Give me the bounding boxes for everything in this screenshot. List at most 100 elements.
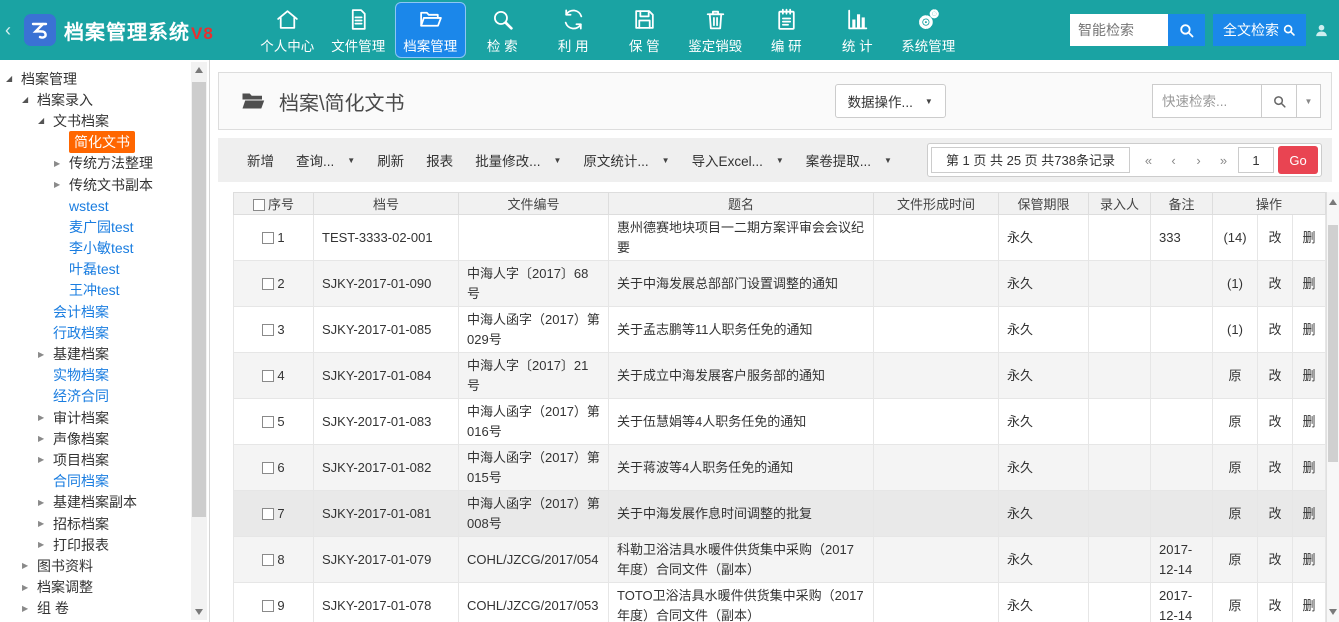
tree-node[interactable]: ▶项目档案 (0, 449, 209, 470)
edit-link[interactable]: 改 (1258, 307, 1293, 353)
delete-link[interactable]: 删 (1293, 491, 1326, 537)
column-header[interactable]: 文件编号 (459, 193, 609, 215)
table-row[interactable]: 4SJKY-2017-01-084中海人字〔2017〕21号关于成立中海发展客户… (234, 353, 1326, 399)
toolbar-button[interactable]: 原文统计...▼ (574, 144, 678, 176)
tree-node[interactable]: 合同档案 (0, 471, 209, 492)
nav-tab-system-management[interactable]: 系统管理 (893, 0, 964, 60)
first-page-button[interactable]: « (1136, 147, 1161, 173)
go-button[interactable]: Go (1278, 146, 1318, 174)
edit-link[interactable]: 改 (1258, 215, 1293, 261)
original-link[interactable]: (1) (1213, 307, 1258, 353)
nav-tab-appraisal-destruction[interactable]: 鉴定销毁 (680, 0, 751, 60)
column-header[interactable]: 序号 (234, 193, 314, 215)
tree-collapsed-icon[interactable]: ▶ (38, 498, 53, 507)
scroll-down-icon[interactable] (191, 604, 207, 620)
column-header[interactable]: 操作 (1213, 193, 1326, 215)
tree-node[interactable]: ▶打印报表 (0, 534, 209, 555)
tree-node[interactable]: ▶基建档案副本 (0, 492, 209, 513)
tree-node[interactable]: wstest (0, 195, 209, 216)
column-header[interactable]: 保管期限 (999, 193, 1089, 215)
row-checkbox[interactable] (262, 554, 274, 566)
delete-link[interactable]: 删 (1293, 399, 1326, 445)
nav-tab-personal-center[interactable]: 个人中心 (252, 0, 323, 60)
smart-search-button[interactable] (1168, 14, 1205, 46)
tree-collapsed-icon[interactable]: ▶ (22, 604, 37, 613)
tree-node[interactable]: ▶传统文书副本 (0, 174, 209, 195)
tree-collapsed-icon[interactable]: ▶ (22, 583, 37, 592)
tree-node[interactable]: 实物档案 (0, 365, 209, 386)
original-link[interactable]: 原 (1213, 491, 1258, 537)
sidebar-scrollbar[interactable] (191, 62, 207, 620)
tree-collapsed-icon[interactable]: ▶ (22, 561, 37, 570)
toolbar-button[interactable]: 查询...▼ (287, 144, 364, 176)
tree-node[interactable]: 麦广园test (0, 216, 209, 237)
row-checkbox[interactable] (262, 600, 274, 612)
fulltext-search-button[interactable]: 全文检索 (1213, 14, 1306, 46)
table-row[interactable]: 9SJKY-2017-01-078COHL/JZCG/2017/053TOTO卫… (234, 583, 1326, 622)
quick-search-input[interactable] (1152, 84, 1262, 118)
delete-link[interactable]: 删 (1293, 583, 1326, 622)
row-checkbox[interactable] (262, 416, 274, 428)
tree-node-selected[interactable]: 简化文书 (0, 132, 209, 153)
scrollbar-thumb[interactable] (1328, 225, 1338, 462)
table-row[interactable]: 5SJKY-2017-01-083中海人函字（2017）第016号关于伍慧娟等4… (234, 399, 1326, 445)
prev-page-button[interactable]: ‹ (1161, 147, 1186, 173)
tree-node[interactable]: ▶审计档案 (0, 407, 209, 428)
original-link[interactable]: (14) (1213, 215, 1258, 261)
original-link[interactable]: 原 (1213, 353, 1258, 399)
quick-search-button[interactable] (1262, 84, 1297, 118)
table-row[interactable]: 8SJKY-2017-01-079COHL/JZCG/2017/054科勒卫浴洁… (234, 537, 1326, 583)
select-all-checkbox[interactable] (253, 199, 265, 211)
tree-node[interactable]: 会计档案 (0, 301, 209, 322)
tree-node[interactable]: ◢档案管理 (0, 68, 209, 89)
nav-tab-utilization[interactable]: 利 用 (538, 0, 609, 60)
toolbar-button[interactable]: 新增 (238, 144, 283, 176)
scrollbar-thumb[interactable] (192, 82, 206, 517)
edit-link[interactable]: 改 (1258, 491, 1293, 537)
tree-collapsed-icon[interactable]: ▶ (38, 413, 53, 422)
tree-collapsed-icon[interactable]: ▶ (38, 350, 53, 359)
tree-node[interactable]: ▶档案调整 (0, 577, 209, 598)
delete-link[interactable]: 删 (1293, 307, 1326, 353)
tree-collapsed-icon[interactable]: ▶ (38, 519, 53, 528)
column-header[interactable]: 备注 (1151, 193, 1213, 215)
last-page-button[interactable]: » (1211, 147, 1236, 173)
next-page-button[interactable]: › (1186, 147, 1211, 173)
tree-node[interactable]: ◢文书档案 (0, 110, 209, 131)
nav-tab-search[interactable]: 检 索 (467, 0, 538, 60)
tree-expanded-icon[interactable]: ◢ (22, 95, 37, 104)
scroll-down-icon[interactable] (1327, 604, 1339, 620)
tree-node[interactable]: ▶招标档案 (0, 513, 209, 534)
tree-expanded-icon[interactable]: ◢ (6, 74, 21, 83)
tree-node[interactable]: ▶组 卷 (0, 598, 209, 619)
original-link[interactable]: 原 (1213, 583, 1258, 622)
table-row[interactable]: 1TEST-3333-02-001惠州德赛地块项目一二期方案评审会会议纪要永久3… (234, 215, 1326, 261)
toolbar-button[interactable]: 刷新 (368, 144, 413, 176)
edit-link[interactable]: 改 (1258, 399, 1293, 445)
table-row[interactable]: 7SJKY-2017-01-081中海人函字（2017）第008号关于中海发展作… (234, 491, 1326, 537)
row-checkbox[interactable] (262, 508, 274, 520)
table-scrollbar[interactable] (1326, 192, 1339, 622)
row-checkbox[interactable] (262, 324, 274, 336)
row-checkbox[interactable] (262, 370, 274, 382)
edit-link[interactable]: 改 (1258, 537, 1293, 583)
edit-link[interactable]: 改 (1258, 353, 1293, 399)
tree-collapsed-icon[interactable]: ▶ (54, 159, 69, 168)
row-checkbox[interactable] (262, 462, 274, 474)
original-link[interactable]: 原 (1213, 399, 1258, 445)
row-checkbox[interactable] (262, 278, 274, 290)
smart-search-input[interactable] (1070, 14, 1168, 46)
tree-node[interactable]: 经济合同 (0, 386, 209, 407)
tree-collapsed-icon[interactable]: ▶ (38, 540, 53, 549)
original-link[interactable]: 原 (1213, 445, 1258, 491)
tree-node[interactable]: ▶基建档案 (0, 343, 209, 364)
toolbar-button[interactable]: 报表 (417, 144, 462, 176)
row-checkbox[interactable] (262, 232, 274, 244)
edit-link[interactable]: 改 (1258, 583, 1293, 622)
page-number-input[interactable] (1238, 147, 1274, 173)
tree-node[interactable]: 叶磊test (0, 259, 209, 280)
nav-tab-storage[interactable]: 保 管 (609, 0, 680, 60)
nav-tab-archive-management[interactable]: 档案管理 (395, 2, 466, 58)
tree-expanded-icon[interactable]: ◢ (38, 116, 53, 125)
nav-tab-statistics[interactable]: 统 计 (822, 0, 893, 60)
